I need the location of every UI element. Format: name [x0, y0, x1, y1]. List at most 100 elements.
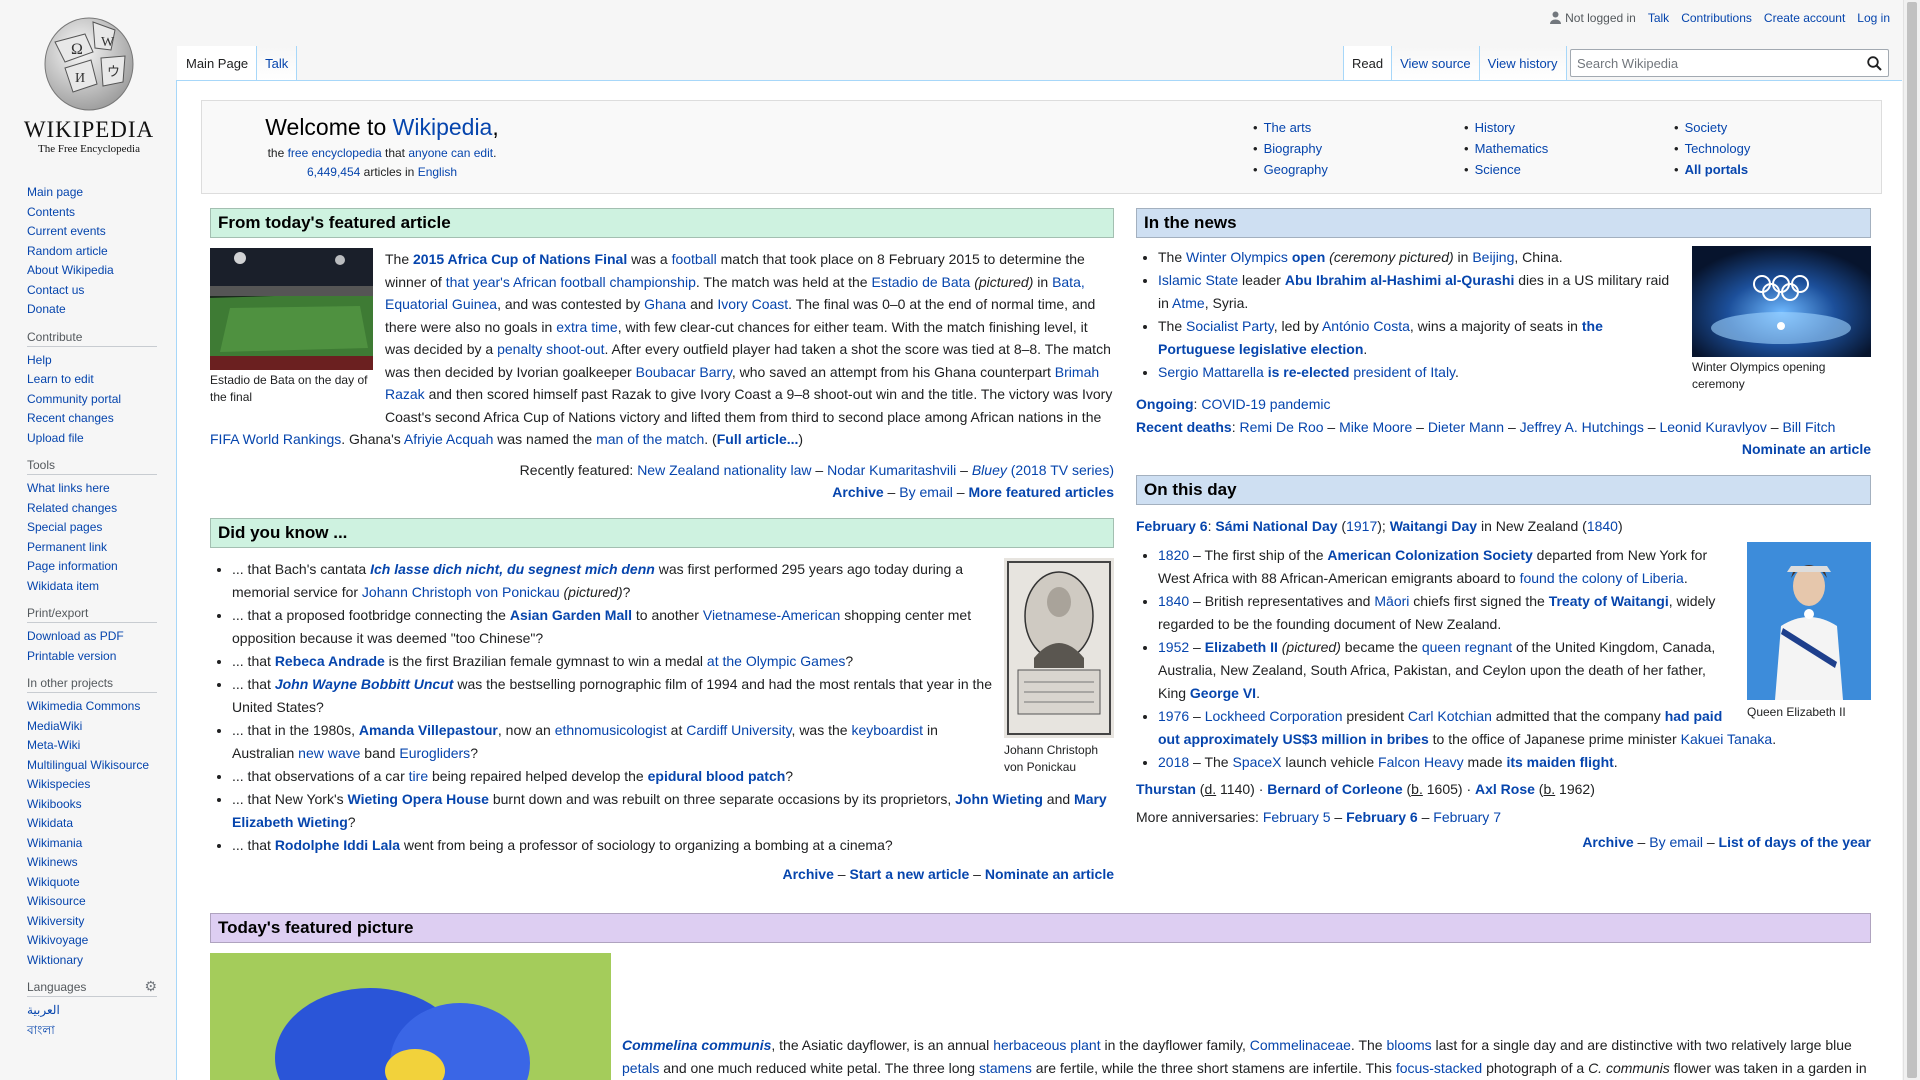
death-1[interactable]: Remi De Roo [1239, 419, 1323, 435]
sidebar-item-wikisource[interactable]: Wikisource [27, 892, 157, 912]
link-feb-6[interactable]: February 6 [1346, 809, 1418, 825]
page-scrollbar[interactable] [1903, 0, 1920, 1080]
sidebar-item-random-article[interactable]: Random article [27, 242, 157, 262]
portal-science[interactable]: Science [1475, 162, 1521, 177]
search-input[interactable] [1571, 55, 1860, 71]
death-6[interactable]: Bill Fitch [1782, 419, 1835, 435]
sidebar-item-donate[interactable]: Donate [27, 300, 157, 320]
link-ponickau[interactable]: Johann Christoph von Ponickau [362, 584, 560, 600]
link-1820[interactable]: 1820 [1158, 547, 1189, 563]
sidebar-item-wikibooks[interactable]: Wikibooks [27, 795, 157, 815]
link-1952[interactable]: 1952 [1158, 639, 1189, 655]
link-tanaka[interactable]: Kakuei Tanaka [1681, 731, 1773, 747]
dyk-start-link[interactable]: Start a new article [849, 866, 969, 882]
link-stamens[interactable]: stamens [979, 1060, 1032, 1076]
link-waitangi-day[interactable]: Waitangi Day [1390, 518, 1477, 534]
link-afcon-final[interactable]: 2015 Africa Cup of Nations Final [413, 251, 627, 267]
link-kotchian[interactable]: Carl Kotchian [1408, 708, 1492, 724]
link-estadio[interactable]: Estadio de Bata [871, 274, 970, 290]
link-barry[interactable]: Boubacar Barry [636, 364, 732, 380]
link-liberia[interactable]: found the colony of Liberia [1520, 570, 1684, 586]
sidebar-item-wikiquote[interactable]: Wikiquote [27, 873, 157, 893]
portal-society[interactable]: Society [1685, 120, 1728, 135]
link-treaty-waitangi[interactable]: Treaty of Waitangi [1549, 593, 1669, 609]
sidebar-item-wikispecies[interactable]: Wikispecies [27, 775, 157, 795]
sidebar-item-arabic[interactable]: العربية [27, 1001, 157, 1021]
link-islamic-state[interactable]: Islamic State [1158, 272, 1238, 288]
link-socialist-party[interactable]: Socialist Party [1186, 318, 1274, 334]
link-focus-stacked[interactable]: focus-stacked [1396, 1060, 1482, 1076]
link-cantata[interactable]: Ich lasse dich nicht, du segnest mich de… [370, 561, 655, 577]
link-antonio-costa[interactable]: António Costa [1322, 318, 1410, 334]
sidebar-item-community-portal[interactable]: Community portal [27, 390, 157, 410]
more-featured-link[interactable]: More featured articles [969, 484, 1115, 500]
link-ghana[interactable]: Ghana [644, 296, 686, 312]
sidebar-item-wikivoyage[interactable]: Wikivoyage [27, 931, 157, 951]
ongoing-label[interactable]: Ongoing [1136, 396, 1194, 412]
wikipedia-logo[interactable]: Ω W И ウ WIKIPEDIA The Free Encyclopedia [22, 12, 156, 162]
link-lockheed[interactable]: Lockheed Corporation [1205, 708, 1343, 724]
search-button[interactable] [1860, 50, 1888, 76]
sidebar-item-contact[interactable]: Contact us [27, 281, 157, 301]
link-al-qurashi[interactable]: Abu Ibrahim al-Hashimi al-Qurashi [1285, 272, 1515, 288]
link-maori[interactable]: Māori [1374, 593, 1409, 609]
link-atme[interactable]: Atme [1172, 295, 1205, 311]
link-2018[interactable]: 2018 [1158, 754, 1189, 770]
sidebar-item-download-pdf[interactable]: Download as PDF [27, 627, 157, 647]
link-olympics-open[interactable]: open [1292, 249, 1325, 265]
create-account-link[interactable]: Create account [1764, 11, 1845, 25]
link-asian-garden-mall[interactable]: Asian Garden Mall [510, 607, 632, 623]
sidebar-item-learn-to-edit[interactable]: Learn to edit [27, 370, 157, 390]
sidebar-item-meta-wiki[interactable]: Meta-Wiki [27, 736, 157, 756]
english-link[interactable]: English [418, 165, 457, 179]
sidebar-item-bangla[interactable]: বাংলা [27, 1021, 157, 1041]
link-february-6[interactable]: February 6 [1136, 518, 1208, 534]
contributions-link[interactable]: Contributions [1681, 11, 1752, 25]
featured-email-link[interactable]: By email [899, 484, 953, 500]
link-falcon-heavy[interactable]: Falcon Heavy [1378, 754, 1464, 770]
featured-archive-link[interactable]: Archive [832, 484, 883, 500]
tab-view-history[interactable]: View history [1479, 46, 1567, 80]
sidebar-item-wiktionary[interactable]: Wiktionary [27, 951, 157, 971]
link-ivory-coast[interactable]: Ivory Coast [717, 296, 788, 312]
link-man-of-match[interactable]: man of the match [596, 431, 704, 447]
link-commelina[interactable]: Commelina communis [622, 1037, 771, 1053]
link-beijing[interactable]: Beijing [1472, 249, 1514, 265]
tab-read[interactable]: Read [1343, 46, 1393, 80]
sidebar-item-printable-version[interactable]: Printable version [27, 647, 157, 667]
sidebar-item-wikiversity[interactable]: Wikiversity [27, 912, 157, 932]
sidebar-item-mediawiki[interactable]: MediaWiki [27, 717, 157, 737]
news-nominate-link[interactable]: Nominate an article [1742, 441, 1871, 457]
article-count-link[interactable]: 6,449,454 [307, 165, 360, 179]
tab-main-page[interactable]: Main Page [177, 46, 258, 80]
link-feb-5[interactable]: February 5 [1263, 809, 1331, 825]
otd-email-link[interactable]: By email [1649, 834, 1703, 850]
sidebar-item-page-information[interactable]: Page information [27, 557, 157, 577]
sidebar-item-wikimania[interactable]: Wikimania [27, 834, 157, 854]
sidebar-item-wikidata[interactable]: Wikidata [27, 814, 157, 834]
link-thurstan[interactable]: Thurstan [1136, 781, 1196, 797]
death-5[interactable]: Leonid Kuravlyov [1659, 419, 1766, 435]
dyk-nominate-link[interactable]: Nominate an article [985, 866, 1114, 882]
link-eurogliders[interactable]: Eurogliders [399, 745, 470, 761]
link-rodolphe-iddi-lala[interactable]: Rodolphe Iddi Lala [275, 837, 400, 853]
recent-deaths-label[interactable]: Recent deaths [1136, 419, 1232, 435]
link-blooms[interactable]: blooms [1386, 1037, 1431, 1053]
sidebar-item-about[interactable]: About Wikipedia [27, 261, 157, 281]
sidebar-item-wikidata-item[interactable]: Wikidata item [27, 577, 157, 597]
link-maiden-flight[interactable]: its maiden flight [1506, 754, 1613, 770]
link-amanda-villepastour[interactable]: Amanda Villepastour [359, 722, 498, 738]
scrollbar-thumb[interactable] [1907, 2, 1917, 1078]
sidebar-item-permanent-link[interactable]: Permanent link [27, 538, 157, 558]
sidebar-item-contents[interactable]: Contents [27, 203, 157, 223]
portal-biography[interactable]: Biography [1264, 141, 1323, 156]
portal-all[interactable]: All portals [1685, 162, 1749, 177]
free-encyclopedia-link[interactable]: free encyclopedia [288, 146, 382, 160]
portal-mathematics[interactable]: Mathematics [1475, 141, 1549, 156]
link-fifa-rankings[interactable]: FIFA World Rankings [210, 431, 341, 447]
link-re-elected[interactable]: is re-elected [1268, 364, 1350, 380]
link-cardiff[interactable]: Cardiff University [686, 722, 791, 738]
link-spacex[interactable]: SpaceX [1232, 754, 1281, 770]
portal-geography[interactable]: Geography [1264, 162, 1328, 177]
gear-icon[interactable]: ⚙ [144, 978, 157, 995]
